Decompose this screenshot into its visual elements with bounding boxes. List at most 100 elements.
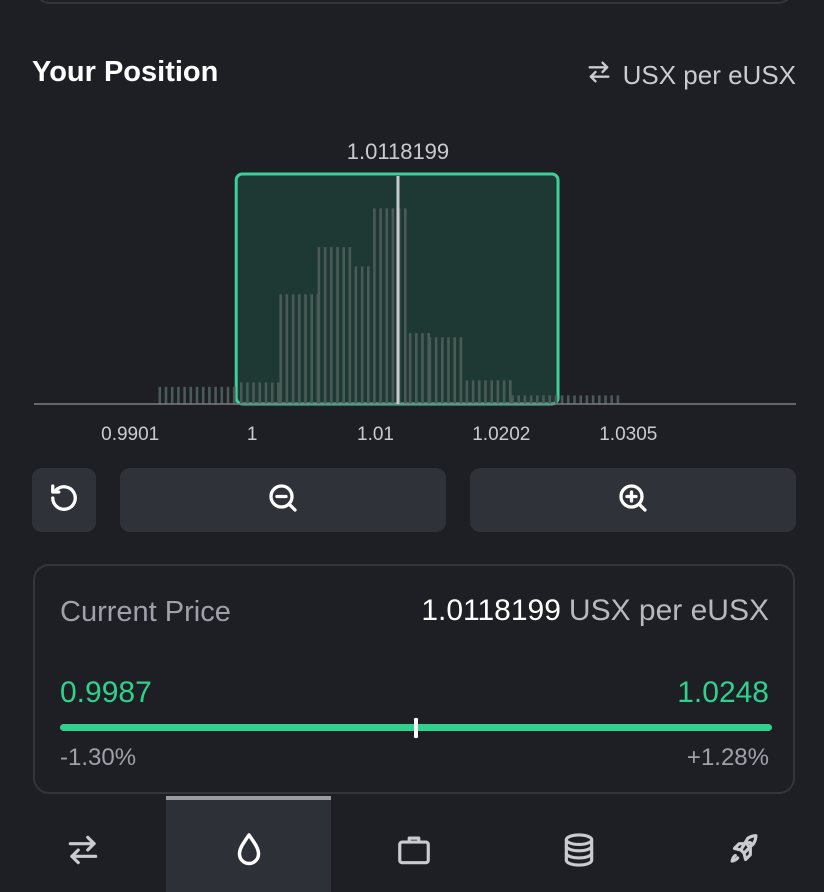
liquidity-bar-39 xyxy=(391,208,395,404)
liquidity-bar-34 xyxy=(360,266,364,404)
liquidity-bar-51 xyxy=(459,337,463,404)
liquidity-bar-9 xyxy=(214,386,217,404)
swap-icon xyxy=(585,58,613,93)
liquidity-chart[interactable]: 1.0118199 0.9901 1 1.01 1.0202 1.0305 xyxy=(0,130,824,460)
liquidity-bar-23 xyxy=(298,294,301,404)
liquidity-bar-54 xyxy=(478,380,481,404)
liquidity-bar-47 xyxy=(434,337,438,404)
current-price-marker xyxy=(414,718,418,738)
liquidity-bar-43 xyxy=(415,333,418,405)
liquidity-bar-49 xyxy=(447,337,450,404)
range-max-price: 1.0248 xyxy=(677,676,769,709)
liquidity-bar-24 xyxy=(304,294,307,404)
current-price-value: 1.0118199 USX per eUSX xyxy=(421,594,769,628)
nav-item-earn[interactable] xyxy=(496,796,661,892)
liquidity-bar-28 xyxy=(323,247,327,404)
liquidity-bar-70 xyxy=(573,395,576,404)
liquidity-bar-67 xyxy=(554,395,558,404)
liquidity-bar-14 xyxy=(246,382,249,404)
liquidity-bar-31 xyxy=(342,247,345,404)
bottom-nav xyxy=(0,796,824,892)
x-tick-label-1: 1 xyxy=(247,424,258,445)
liquidity-bar-53 xyxy=(471,380,475,404)
liquidity-bar-18 xyxy=(270,382,274,404)
nav-item-swap[interactable] xyxy=(0,796,165,892)
liquidity-bar-21 xyxy=(285,294,289,404)
reset-icon xyxy=(46,480,82,521)
position-header: Your Position USX per eUSX xyxy=(32,56,796,96)
liquidity-bar-2 xyxy=(170,386,174,404)
liquidity-bar-7 xyxy=(201,386,205,404)
liquidity-bar-48 xyxy=(441,337,444,404)
liquidity-bar-5 xyxy=(189,386,193,404)
liquidity-bar-55 xyxy=(484,380,487,404)
nav-item-portfolio[interactable] xyxy=(331,796,496,892)
liquidity-bar-73 xyxy=(591,395,595,404)
liquidity-bar-56 xyxy=(490,380,493,404)
liquidity-bar-77 xyxy=(616,395,620,404)
liquidity-bar-52 xyxy=(465,380,469,404)
liquidity-bar-42 xyxy=(408,333,412,405)
previous-card-edge xyxy=(34,0,794,4)
liquidity-bar-41 xyxy=(404,208,407,404)
liquidity-bar-33 xyxy=(354,266,358,404)
liquidity-bar-37 xyxy=(379,208,382,404)
liquidity-bar-63 xyxy=(529,395,533,404)
liquidity-bar-44 xyxy=(421,333,424,405)
reset-zoom-button[interactable] xyxy=(32,468,96,532)
nav-item-liquidity[interactable] xyxy=(166,796,331,892)
liquidity-bar-36 xyxy=(373,208,376,404)
liquidity-bar-57 xyxy=(496,380,500,404)
liquidity-bar-13 xyxy=(239,382,243,404)
coins-stack-icon xyxy=(560,815,598,874)
liquidity-bar-75 xyxy=(604,395,607,404)
liquidity-bar-20 xyxy=(279,294,282,404)
liquidity-bar-71 xyxy=(579,395,582,404)
current-price-card: Current Price 1.0118199 USX per eUSX 0.99… xyxy=(33,564,795,794)
range-max-percent: +1.28% xyxy=(686,744,769,771)
liquidity-bar-30 xyxy=(336,247,339,404)
current-price-number: 1.0118199 xyxy=(421,594,561,627)
current-price-label: Current Price xyxy=(60,596,231,628)
nav-item-launch[interactable] xyxy=(661,796,824,892)
liquidity-bar-68 xyxy=(560,395,564,404)
liquidity-bar-38 xyxy=(385,208,389,404)
x-tick-label-0: 0.9901 xyxy=(101,424,159,445)
liquidity-bar-25 xyxy=(310,294,313,404)
price-unit-toggle[interactable]: USX per eUSX xyxy=(585,58,796,93)
liquidity-bar-1 xyxy=(164,386,168,404)
liquidity-bar-15 xyxy=(252,382,255,404)
liquidity-bar-66 xyxy=(548,395,551,404)
liquidity-bar-74 xyxy=(598,395,601,404)
liquidity-bar-29 xyxy=(330,247,333,404)
range-min-percent: -1.30% xyxy=(60,744,137,771)
price-unit-label: USX per eUSX xyxy=(622,60,796,90)
liquidity-bar-65 xyxy=(542,395,545,404)
liquidity-bar-72 xyxy=(585,395,589,404)
briefcase-icon xyxy=(395,815,433,874)
liquidity-bar-16 xyxy=(258,382,262,404)
rocket-icon xyxy=(725,815,763,874)
zoom-in-button[interactable] xyxy=(470,468,796,532)
liquidity-bar-35 xyxy=(367,266,370,404)
liquidity-bar-50 xyxy=(453,337,456,404)
liquidity-bar-4 xyxy=(183,386,186,404)
liquidity-bar-8 xyxy=(208,386,211,404)
zoom-in-icon xyxy=(615,480,651,521)
liquidity-bar-69 xyxy=(567,395,570,404)
liquidity-bar-60 xyxy=(511,395,514,404)
range-min-price: 0.9987 xyxy=(60,676,152,709)
liquidity-bar-11 xyxy=(226,386,230,404)
liquidity-bar-32 xyxy=(348,247,352,404)
current-price-unit: USX per eUSX xyxy=(568,594,769,627)
liquidity-bar-58 xyxy=(502,380,506,404)
liquidity-bar-0 xyxy=(158,386,162,404)
page-title: Your Position xyxy=(32,56,219,88)
zoom-out-button[interactable] xyxy=(120,468,446,532)
liquidity-bar-27 xyxy=(317,247,321,404)
liquidity-bar-12 xyxy=(232,386,236,404)
liquidity-bar-6 xyxy=(195,386,199,404)
liquidity-bar-22 xyxy=(291,294,295,404)
liquidity-bar-3 xyxy=(177,386,180,404)
liquidity-bar-19 xyxy=(277,382,280,404)
